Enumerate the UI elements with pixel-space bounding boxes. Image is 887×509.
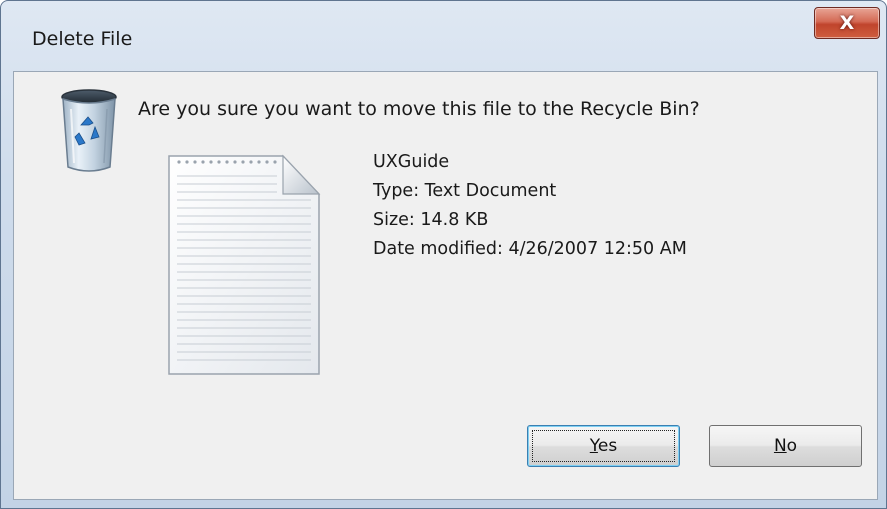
dialog-window: Delete File X Are you sure you want to m… <box>0 0 887 509</box>
file-details: UXGuide Type: Text Document Size: 14.8 K… <box>373 148 687 264</box>
close-button[interactable]: X <box>814 7 880 39</box>
file-type: Type: Text Document <box>373 181 557 201</box>
file-date-modified: Date modified: 4/26/2007 12:50 AM <box>373 239 687 259</box>
window-title: Delete File <box>32 28 133 50</box>
yes-button[interactable]: Yes <box>527 425 680 467</box>
file-name: UXGuide <box>373 152 450 172</box>
file-size: Size: 14.8 KB <box>373 210 489 230</box>
yes-button-label: Yes <box>589 436 618 456</box>
no-button[interactable]: No <box>709 425 862 467</box>
dialog-body: Are you sure you want to move this file … <box>13 71 878 500</box>
title-bar[interactable]: Delete File X <box>1 1 887 71</box>
close-icon: X <box>839 12 855 34</box>
recycle-bin-icon <box>61 89 117 172</box>
confirmation-question: Are you sure you want to move this file … <box>138 98 700 120</box>
no-button-label: No <box>773 436 798 456</box>
button-bar: Yes No <box>519 402 877 499</box>
text-document-icon <box>168 154 321 375</box>
